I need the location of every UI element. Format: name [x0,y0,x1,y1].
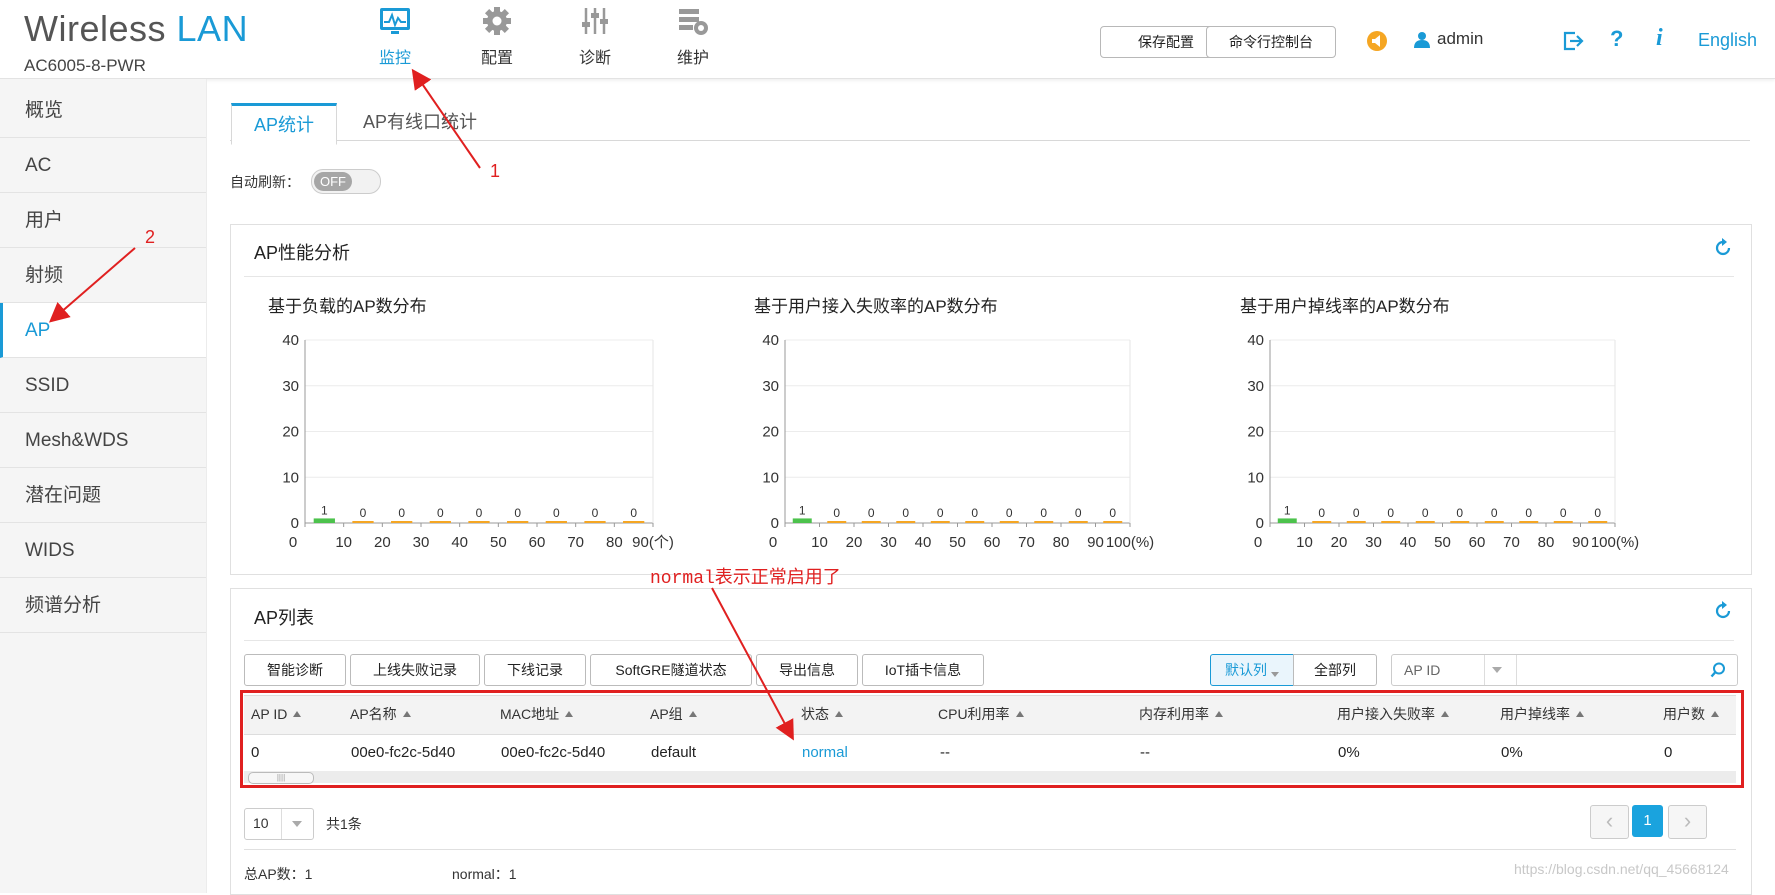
annotation-note: normal表示正常启用了 [650,569,841,589]
arrow-to-status [711,587,794,741]
annotation-1: 1 [490,161,501,181]
arrow-to-ap [48,247,136,323]
arrow-to-monitor [411,68,481,169]
annotation-arrows [48,68,794,741]
annotation-2: 2 [145,227,156,247]
